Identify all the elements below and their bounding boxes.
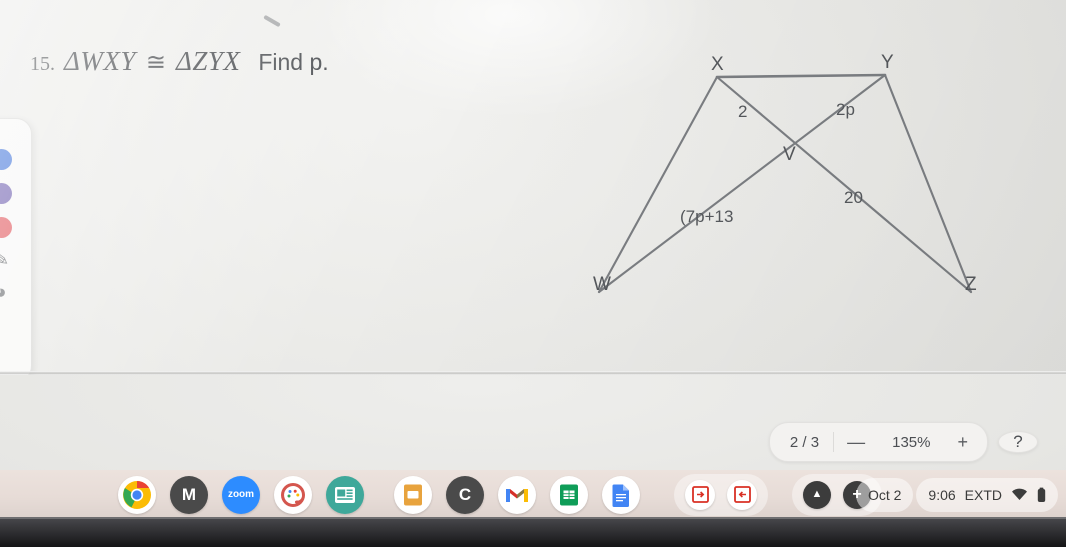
battery-icon — [1037, 487, 1046, 502]
docs-icon — [612, 484, 629, 507]
device-bezel — [0, 519, 1066, 547]
shelf-app-area: M zoom C ▲ — [118, 470, 882, 519]
chromebook-screen-photo: 15. ΔWXY ≅ ΔZYX Find p. X Y V W Z 2 2p 2… — [0, 0, 1066, 547]
pdf-import-icon — [733, 486, 751, 503]
wifi-icon — [1012, 488, 1027, 500]
geometry-diagram: X Y V W Z 2 2p 20 (7p+13 — [575, 40, 1015, 320]
measure-label-7p13: (7p+13 — [680, 207, 734, 226]
stray-pen-mark — [263, 14, 281, 28]
color-swatch-blue[interactable] — [0, 149, 12, 170]
shelf-app-pdf-one[interactable] — [685, 479, 715, 510]
classroom-letter-icon: C — [458, 485, 472, 504]
date-label: Oct 2 — [867, 486, 902, 503]
document-page: 15. ΔWXY ≅ ΔZYX Find p. X Y V W Z 2 2p 2… — [0, 0, 1066, 382]
upload-arrow-icon: ▲ — [811, 488, 823, 500]
palette-icon[interactable]: ◕ — [0, 281, 8, 303]
shelf-pdf-group — [674, 473, 768, 516]
shelf-app-google-sheets[interactable] — [550, 475, 588, 514]
news-icon — [335, 486, 355, 503]
problem-instruction: Find p. — [258, 49, 329, 75]
segment-xy — [715, 73, 887, 79]
shelf-upload-button[interactable]: ▲ — [803, 480, 831, 509]
chrome-icon — [123, 480, 151, 509]
annotation-toolbar[interactable]: ✎ ◕ — [0, 118, 32, 382]
shelf-app-meet[interactable]: M — [170, 475, 208, 514]
help-button[interactable]: ? — [998, 431, 1038, 453]
diagram-svg — [597, 73, 973, 294]
congruent-symbol: ≅ — [145, 50, 166, 76]
vertex-label-x: X — [711, 54, 724, 75]
zoom-out-button[interactable]: — — [834, 423, 878, 461]
meet-letter-icon: M — [181, 485, 197, 504]
shelf-status-area: Oct 2 9:06 EXTD — [855, 470, 1058, 519]
triangle-wxy: ΔWXY — [64, 46, 136, 76]
palette-icon — [281, 482, 305, 507]
zoom-in-button[interactable]: + — [944, 423, 981, 461]
segment-xw — [597, 75, 719, 294]
vertex-label-v: V — [783, 144, 796, 165]
color-swatch-red[interactable] — [0, 217, 12, 238]
shelf-app-gmail[interactable] — [498, 475, 536, 514]
network-label: EXTD — [964, 486, 1002, 503]
segment-yz — [883, 73, 973, 294]
system-status-pill[interactable]: 9:06 EXTD — [916, 477, 1058, 512]
shelf-app-paint-tool[interactable] — [274, 475, 312, 514]
sheets-icon — [560, 484, 578, 505]
shelf-app-google-docs[interactable] — [602, 475, 640, 514]
problem-statement: 15. ΔWXY ≅ ΔZYX Find p. — [30, 46, 329, 77]
measure-label-20: 20 — [844, 188, 863, 207]
slides-icon — [404, 484, 422, 505]
gmail-icon — [506, 488, 528, 502]
color-swatch-purple[interactable] — [0, 183, 12, 204]
shelf-app-classroom[interactable]: C — [446, 475, 484, 514]
shelf-app-google-slides[interactable] — [394, 475, 432, 514]
date-pill[interactable]: Oct 2 — [855, 477, 914, 512]
measure-label-2p: 2p — [836, 100, 855, 119]
viewer-controls: 2 / 3 — 135% + ? — [768, 422, 1038, 462]
pdf-export-icon — [691, 486, 709, 503]
triangle-zyx: ΔZYX — [175, 46, 241, 76]
shelf-app-news[interactable] — [326, 475, 364, 514]
shelf-app-zoom[interactable]: zoom — [222, 475, 260, 514]
vertex-label-z: Z — [965, 274, 977, 295]
measure-label-2: 2 — [738, 102, 748, 121]
problem-number: 15. — [30, 53, 55, 75]
vertex-label-y: Y — [881, 52, 894, 73]
shelf: M zoom C ▲ Oct 2 9:06 EXTD — [0, 470, 1066, 519]
shelf-app-pdf-two[interactable] — [727, 479, 757, 510]
zoom-wordmark-icon: zoom — [227, 488, 255, 500]
page-zoom-pill: 2 / 3 — 135% + — [768, 422, 988, 462]
time-label: 9:06 — [928, 486, 956, 503]
pen-icon[interactable]: ✎ — [0, 249, 10, 272]
shelf-app-chrome[interactable] — [118, 475, 156, 514]
zoom-level-label: 135% — [892, 433, 931, 451]
vertex-label-w: W — [593, 274, 611, 295]
page-indicator: 2 / 3 — [789, 433, 820, 451]
